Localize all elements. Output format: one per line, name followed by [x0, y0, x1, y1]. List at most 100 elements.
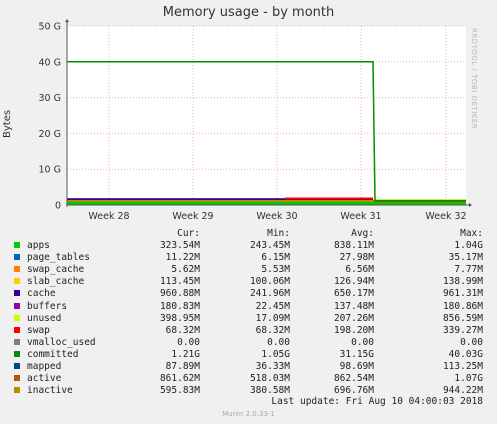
legend-cur: 0.00 [177, 336, 200, 348]
legend-series-name: mapped [27, 361, 62, 372]
legend-row: slab_cache 113.45M 100.06M 126.94M 138.99M [0, 276, 497, 288]
legend-cur: 68.32M [165, 324, 200, 336]
y-tick-label: 40 G [39, 57, 61, 68]
legend-row: committed 1.21G 1.05G 31.15G 40.03G [0, 349, 497, 361]
legend-swatch [14, 278, 20, 285]
legend-max: 7.77M [454, 264, 483, 276]
legend-cur: 5.62M [171, 264, 200, 276]
y-tick-label: 20 G [39, 129, 61, 140]
legend-min: 0.00 [267, 336, 290, 348]
legend-series-name: swap_cache [27, 264, 85, 276]
legend-min: 22.45M [255, 300, 290, 312]
legend-max: 961.31M [442, 288, 483, 300]
x-tick-label: Week 32 [425, 211, 466, 222]
legend-min: 1.05G [261, 348, 290, 360]
legend-min: 241.96M [249, 288, 290, 300]
legend-min: 68.32M [255, 324, 290, 336]
legend-cur: 113.45M [159, 276, 200, 288]
y-tick-label: 10 G [39, 165, 61, 176]
legend-avg: 0.00 [351, 336, 374, 348]
legend-max: 1.04G [454, 240, 483, 251]
legend-avg: 137.48M [333, 300, 374, 312]
swap-line [285, 197, 373, 200]
y-tick-label: 0 [55, 201, 61, 212]
legend-series-name: active [27, 373, 62, 385]
legend-swatch [14, 314, 20, 321]
legend-cur: 595.83M [159, 385, 200, 397]
legend-series-name: swap [27, 324, 50, 336]
legend-avg: 207.26M [333, 312, 374, 324]
legend-max: 0.00 [460, 336, 483, 348]
legend-swatch [14, 254, 20, 261]
x-tick-label: Week 28 [88, 211, 129, 222]
legend-cur: 398.95M [159, 312, 200, 324]
legend-min: 6.15M [261, 252, 290, 264]
legend-series-name: slab_cache [27, 276, 85, 288]
legend-max: 40.03G [448, 348, 483, 360]
legend-avg: 31.15G [339, 348, 374, 360]
munin-version: Munin 2.0.33-1 [222, 410, 275, 418]
legend-min: 243.45M [249, 240, 290, 251]
legend-row: apps 323.54M 243.45M 838.11M 1.04G [0, 240, 497, 252]
legend-avg: 27.98M [339, 252, 374, 264]
legend-cur: 1.21G [171, 348, 200, 360]
legend-swatch [14, 350, 20, 357]
legend-min: 36.33M [255, 361, 290, 372]
legend-series-name: inactive [27, 385, 73, 397]
legend-swatch [14, 338, 20, 345]
legend-avg: 98.69M [339, 361, 374, 372]
legend-row: vmalloc_used 0.00 0.00 0.00 0.00 [0, 337, 497, 349]
legend-min: 5.53M [261, 264, 290, 276]
legend-series-name: apps [27, 240, 50, 251]
legend-row: mapped 87.89M 36.33M 98.69M 113.25M [0, 361, 497, 373]
legend-series-name: vmalloc_used [27, 336, 96, 348]
legend-row: swap 68.32M 68.32M 198.20M 339.27M [0, 325, 497, 337]
legend-series-name: page_tables [27, 252, 90, 264]
legend-cur: 960.88M [159, 288, 200, 300]
legend-swatch [14, 363, 20, 369]
legend-avg: 696.76M [333, 385, 374, 397]
chart-plot: 0 10 G 20 G 30 G 40 G 50 G Week 28 Week 29 Week … [39, 19, 472, 222]
legend-avg: 198.20M [333, 324, 374, 336]
legend-max: 339.27M [442, 324, 483, 336]
legend-max: 1.07G [454, 373, 483, 385]
legend-swatch [14, 266, 20, 273]
legend-header: Cur: Min: Avg: Max: [0, 228, 497, 240]
legend-row: unused 398.95M 17.09M 207.26M 856.59M [0, 313, 497, 325]
x-tick-label: Week 29 [172, 211, 213, 222]
legend-avg: 862.54M [333, 373, 374, 385]
legend-header-cur: Cur: [177, 228, 200, 239]
legend-max: 113.25M [442, 361, 483, 372]
x-axis-arrow [469, 203, 472, 207]
inactive-line [67, 199, 373, 202]
plot-area [67, 26, 466, 205]
legend-avg: 126.94M [333, 276, 374, 288]
legend-swatch [14, 302, 20, 309]
legend-min: 100.06M [249, 276, 290, 288]
y-tick-label: 30 G [39, 93, 61, 104]
legend-cur: 180.83M [159, 300, 200, 312]
legend-max: 35.17M [448, 252, 483, 264]
legend-avg: 838.11M [333, 240, 374, 251]
x-tick-label: Week 30 [256, 211, 297, 222]
legend-max: 180.86M [442, 300, 483, 312]
y-tick-label: 50 G [39, 22, 61, 33]
legend-series-name: unused [27, 312, 62, 324]
legend-header-avg: Avg: [351, 228, 374, 239]
legend-cur: 323.54M [159, 240, 200, 251]
y-axis-arrow [65, 19, 69, 22]
legend-row: page_tables 11.22M 6.15M 27.98M 35.17M [0, 252, 497, 264]
legend-swatch [14, 290, 20, 297]
legend-series-name: buffers [27, 300, 68, 312]
legend-swatch [14, 242, 20, 248]
legend-row: active 861.62M 518.03M 862.54M 1.07G [0, 373, 497, 385]
legend-avg: 650.17M [333, 288, 374, 300]
legend-row: cache 960.88M 241.96M 650.17M 961.31M [0, 288, 497, 300]
x-tick-label: Week 31 [340, 211, 381, 222]
last-update: Last update: Fri Aug 10 04:00:03 2018 [271, 396, 483, 407]
legend-series-name: committed [27, 348, 79, 360]
legend-header-min: Min: [267, 228, 290, 239]
legend-row: swap_cache 5.62M 5.53M 6.56M 7.77M [0, 264, 497, 276]
legend-cur: 11.22M [165, 252, 200, 264]
legend-swatch [14, 375, 20, 382]
